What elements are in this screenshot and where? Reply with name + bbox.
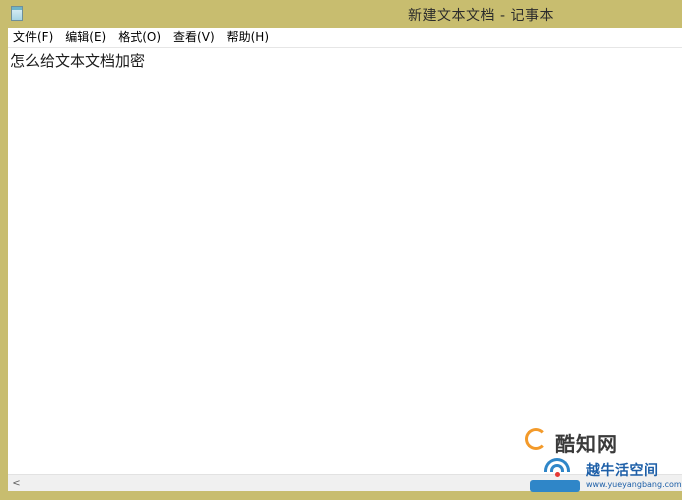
menu-format[interactable]: 格式(O) xyxy=(112,28,167,47)
editor-content[interactable]: 怎么给文本文档加密 xyxy=(10,50,145,71)
title-bar[interactable]: 新建文本文档 - 记事本 xyxy=(0,0,682,28)
watermark-yueniu: 越牛活空间 www.yueyangbang.com xyxy=(530,456,682,496)
watermark-kuzhi-text: 酷知网 xyxy=(555,432,618,456)
watermark-kuzhi: 酷知网 xyxy=(525,428,645,456)
kuzhi-logo-icon xyxy=(525,428,547,450)
menu-edit[interactable]: 编辑(E) xyxy=(59,28,112,47)
notepad-window: 新建文本文档 - 记事本 文件(F) 编辑(E) 格式(O) 查看(V) 帮助(… xyxy=(0,0,682,500)
text-editor-area[interactable]: 怎么给文本文档加密 xyxy=(8,48,682,474)
menu-bar: 文件(F) 编辑(E) 格式(O) 查看(V) 帮助(H) xyxy=(8,28,682,48)
menu-help[interactable]: 帮助(H) xyxy=(221,28,275,47)
window-title: 新建文本文档 - 记事本 xyxy=(408,8,554,24)
watermark-yueniu-url: www.yueyangbang.com xyxy=(586,480,682,489)
scroll-left-arrow-icon[interactable]: < xyxy=(8,475,25,492)
menu-view[interactable]: 查看(V) xyxy=(167,28,221,47)
menu-file[interactable]: 文件(F) xyxy=(8,28,59,47)
wifi-signal-logo-icon xyxy=(530,458,582,494)
watermark-yueniu-text: 越牛活空间 xyxy=(586,463,659,479)
